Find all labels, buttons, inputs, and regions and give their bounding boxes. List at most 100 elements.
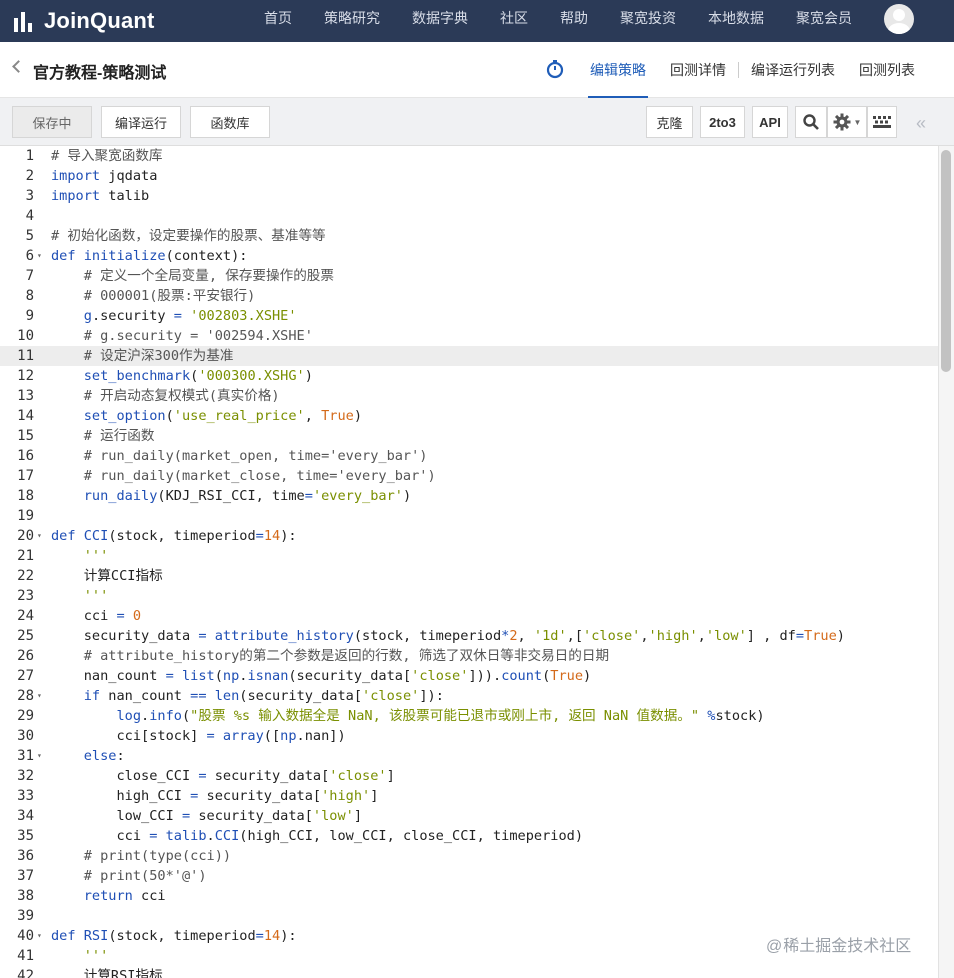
code-line[interactable]: 30 cci[stock] = array([np.nan]) [0, 726, 938, 746]
code-text: # 运行函数 [83, 428, 155, 444]
line-number: 1 [25, 148, 34, 164]
code-line[interactable]: 18 run_daily(KDJ_RSI_CCI, time='every_ba… [0, 486, 938, 506]
line-number: 11 [17, 348, 34, 364]
code-line[interactable]: 15 # 运行函数 [0, 426, 938, 446]
keyboard-shortcuts-button[interactable] [867, 106, 897, 138]
code-line[interactable]: 13 # 开启动态复权模式(真实价格) [0, 386, 938, 406]
code-line[interactable]: 3 import talib [0, 186, 938, 206]
code-line[interactable]: 19 [0, 506, 938, 526]
line-number: 38 [17, 888, 34, 904]
code-line[interactable]: 27 nan_count = list(np.isnan(security_da… [0, 666, 938, 686]
2to3-button[interactable]: 2to3 [700, 106, 745, 138]
tab-backtest-list[interactable]: 回测列表 [847, 42, 927, 98]
compile-run-button[interactable]: 编译运行 [101, 106, 181, 138]
scrollbar-thumb[interactable] [941, 150, 951, 372]
api-button[interactable]: API [752, 106, 788, 138]
code-line[interactable]: 7 # 定义一个全局变量, 保存要操作的股票 [0, 266, 938, 286]
code-line[interactable]: 22 计算CCI指标 [0, 566, 938, 586]
line-number: 35 [17, 828, 34, 844]
code-text: g.security = '002803.XSHE' [83, 308, 297, 324]
code-text: def CCI(stock, timeperiod=14): [51, 528, 297, 544]
code-line[interactable]: 28 ▾ if nan_count == len(security_data['c… [0, 686, 938, 706]
line-number: 19 [17, 508, 34, 524]
nav-link[interactable]: 聚宽会员 [780, 0, 868, 42]
user-avatar[interactable] [884, 4, 914, 34]
clone-button[interactable]: 克隆 [646, 106, 693, 138]
line-number: 32 [17, 768, 34, 784]
search-button[interactable] [795, 106, 827, 138]
line-number: 6 [25, 248, 34, 264]
line-number: 2 [25, 168, 34, 184]
nav-link[interactable]: 数据字典 [396, 0, 484, 42]
code-line[interactable]: 26 # attribute_history的第二个参数是返回的行数, 筛选了双… [0, 646, 938, 666]
code-line[interactable]: 29 log.info("股票 %s 输入数据全是 NaN, 该股票可能已退市或… [0, 706, 938, 726]
fold-toggle-icon[interactable]: ▾ [37, 246, 42, 266]
code-line[interactable]: 20 ▾ def CCI(stock, timeperiod=14): [0, 526, 938, 546]
code-line[interactable]: 34 low_CCI = security_data['low'] [0, 806, 938, 826]
line-number: 40 [17, 928, 34, 944]
code-line[interactable]: 36 # print(type(cci)) [0, 846, 938, 866]
nav-link[interactable]: 聚宽投资 [604, 0, 692, 42]
code-line[interactable]: 11 # 设定沪深300作为基准 [0, 346, 938, 366]
line-number: 20 [17, 528, 34, 544]
code-line[interactable]: 10 # g.security = '002594.XSHE' [0, 326, 938, 346]
code-line[interactable]: 12 set_benchmark('000300.XSHG') [0, 366, 938, 386]
code-text: cci = 0 [51, 608, 142, 624]
code-line[interactable]: 2 import jqdata [0, 166, 938, 186]
code-line[interactable]: 39 [0, 906, 938, 926]
code-line[interactable]: 33 high_CCI = security_data['high'] [0, 786, 938, 806]
code-editor[interactable]: 1 # 导入聚宽函数库 2 import jqdata 3 import talib 4 5 #… [0, 146, 954, 978]
nav-link[interactable]: 策略研究 [308, 0, 396, 42]
keyboard-icon [873, 116, 891, 128]
code-text: import jqdata [51, 168, 158, 184]
search-icon [803, 114, 819, 130]
code-line[interactable]: 8 # 000001(股票:平安银行) [0, 286, 938, 306]
code-line[interactable]: 16 # run_daily(market_open, time='every_… [0, 446, 938, 466]
stopwatch-icon[interactable] [545, 59, 565, 79]
code-text: ''' [83, 588, 109, 604]
fold-toggle-icon[interactable]: ▾ [37, 686, 42, 706]
nav-link[interactable]: 首页 [248, 0, 308, 42]
tab-backtest-details[interactable]: 回测详情 [658, 42, 738, 98]
code-line[interactable]: 5 # 初始化函数，设定要操作的股票、基准等等 [0, 226, 938, 246]
code-text: cci = talib.CCI(high_CCI, low_CCI, close… [51, 828, 583, 844]
line-number: 14 [17, 408, 34, 424]
nav-link[interactable]: 本地数据 [692, 0, 780, 42]
function-library-button[interactable]: 函数库 [190, 106, 270, 138]
nav-link[interactable]: 社区 [484, 0, 544, 42]
code-text: cci[stock] = array([np.nan]) [51, 728, 346, 744]
line-number: 39 [17, 908, 34, 924]
collapse-panel-icon[interactable]: « [916, 113, 926, 134]
joinquant-logo[interactable]: JoinQuant [14, 6, 155, 36]
code-line[interactable]: 14 set_option('use_real_price', True) [0, 406, 938, 426]
code-line[interactable]: 1 # 导入聚宽函数库 [0, 146, 938, 166]
code-text: # run_daily(market_close, time='every_ba… [83, 468, 436, 484]
code-line[interactable]: 24 cci = 0 [0, 606, 938, 626]
settings-dropdown-button[interactable]: ▼ [827, 106, 867, 138]
tab-compile-run-list[interactable]: 编译运行列表 [739, 42, 847, 98]
code-line[interactable]: 32 close_CCI = security_data['close'] [0, 766, 938, 786]
code-text: security_data = attribute_history(stock,… [51, 628, 845, 644]
code-line[interactable]: 9 g.security = '002803.XSHE' [0, 306, 938, 326]
code-line[interactable]: 17 # run_daily(market_close, time='every… [0, 466, 938, 486]
code-line[interactable]: 31 ▾ else: [0, 746, 938, 766]
watermark: 稀土掘金技术社区 [766, 932, 911, 956]
code-line[interactable]: 38 return cci [0, 886, 938, 906]
fold-toggle-icon[interactable]: ▾ [37, 926, 42, 946]
code-line[interactable]: 4 [0, 206, 938, 226]
code-line[interactable]: 42 计算RSI指标 [0, 966, 938, 978]
code-line[interactable]: 23 ''' [0, 586, 938, 606]
code-line[interactable]: 25 security_data = attribute_history(sto… [0, 626, 938, 646]
tab-edit-strategy[interactable]: 编辑策略 [578, 42, 658, 98]
code-line[interactable]: 35 cci = talib.CCI(high_CCI, low_CCI, cl… [0, 826, 938, 846]
line-number: 12 [17, 368, 34, 384]
code-line[interactable]: 37 # print(50*'@') [0, 866, 938, 886]
code-line[interactable]: 6 ▾ def initialize(context): [0, 246, 938, 266]
vertical-scrollbar[interactable] [938, 146, 954, 978]
back-chevron-icon[interactable] [12, 60, 25, 73]
fold-toggle-icon[interactable]: ▾ [37, 746, 42, 766]
save-button[interactable]: 保存中 [12, 106, 92, 138]
code-line[interactable]: 21 ''' [0, 546, 938, 566]
fold-toggle-icon[interactable]: ▾ [37, 526, 42, 546]
nav-link[interactable]: 帮助 [544, 0, 604, 42]
